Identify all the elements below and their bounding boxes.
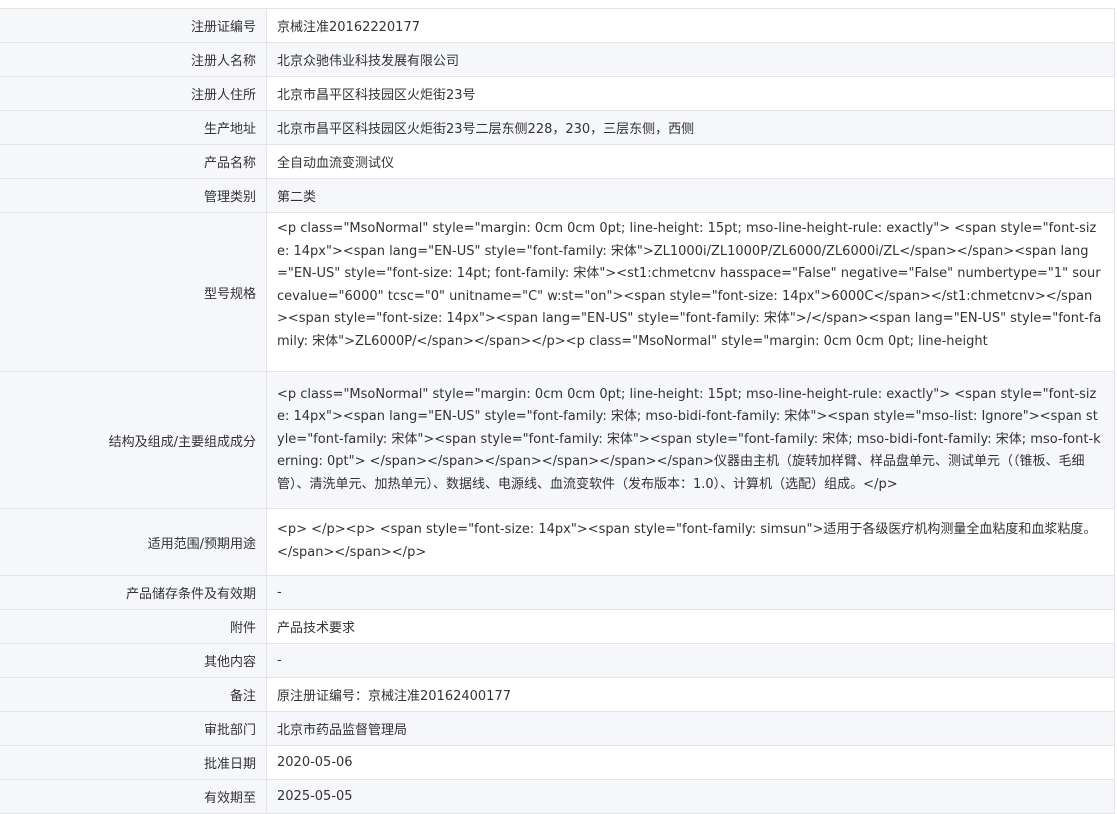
table-row: 附件 产品技术要求 [0, 609, 1115, 644]
row-value: 全自动血流变测试仪 [266, 144, 1115, 179]
table-row: 注册人住所 北京市昌平区科技园区火炬街23号 [0, 76, 1115, 111]
table-row: 适用范围/预期用途 <p> </p><p> <span style="font-… [0, 508, 1115, 576]
table-row: 生产地址 北京市昌平区科技园区火炬街23号二层东侧228，230，三层东侧，西侧 [0, 110, 1115, 145]
row-value: 北京市药品监督管理局 [266, 711, 1115, 746]
row-label: 适用范围/预期用途 [0, 508, 267, 576]
row-label: 注册人名称 [0, 42, 267, 77]
row-value: 京械注准20162220177 [266, 8, 1115, 43]
row-label: 型号规格 [0, 212, 267, 372]
registration-detail-table: 注册证编号 京械注准20162220177 注册人名称 北京众驰伟业科技发展有限… [0, 8, 1115, 814]
table-row: 型号规格 <p class="MsoNormal" style="margin:… [0, 212, 1115, 372]
row-label: 管理类别 [0, 178, 267, 213]
row-value: 北京市昌平区科技园区火炬街23号二层东侧228，230，三层东侧，西侧 [266, 110, 1115, 145]
row-label: 审批部门 [0, 711, 267, 746]
row-label: 注册证编号 [0, 8, 267, 43]
table-row: 结构及组成/主要组成成分 <p class="MsoNormal" style=… [0, 371, 1115, 509]
row-value: 北京众驰伟业科技发展有限公司 [266, 42, 1115, 77]
row-label: 生产地址 [0, 110, 267, 145]
table-row: 备注 原注册证编号：京械注准20162400177 [0, 677, 1115, 712]
row-label: 备注 [0, 677, 267, 712]
row-label: 产品名称 [0, 144, 267, 179]
row-value: - [266, 575, 1115, 610]
row-label: 附件 [0, 609, 267, 644]
row-label: 结构及组成/主要组成成分 [0, 371, 267, 509]
row-value: 原注册证编号：京械注准20162400177 [266, 677, 1115, 712]
row-value: 第二类 [266, 178, 1115, 213]
row-label: 产品储存条件及有效期 [0, 575, 267, 610]
row-value: 北京市昌平区科技园区火炬街23号 [266, 76, 1115, 111]
model-spec-text: <p class="MsoNormal" style="margin: 0cm … [277, 221, 1102, 349]
table-row: 产品储存条件及有效期 - [0, 575, 1115, 610]
row-value: - [266, 643, 1115, 678]
table-row: 注册人名称 北京众驰伟业科技发展有限公司 [0, 42, 1115, 77]
row-value: <p> </p><p> <span style="font-size: 14px… [266, 508, 1115, 576]
row-value: 产品技术要求 [266, 609, 1115, 644]
table-row: 其他内容 - [0, 643, 1115, 678]
row-value: <p class="MsoNormal" style="margin: 0cm … [266, 371, 1115, 509]
row-value: 2020-05-06 [266, 745, 1115, 780]
row-label: 其他内容 [0, 643, 267, 678]
row-label: 注册人住所 [0, 76, 267, 111]
table-row: 批准日期 2020-05-06 [0, 745, 1115, 780]
row-value: 2025-05-05 [266, 779, 1115, 814]
table-row: 有效期至 2025-05-05 [0, 779, 1115, 814]
table-row: 产品名称 全自动血流变测试仪 [0, 144, 1115, 179]
row-label: 批准日期 [0, 745, 267, 780]
table-row: 审批部门 北京市药品监督管理局 [0, 711, 1115, 746]
table-row: 注册证编号 京械注准20162220177 [0, 8, 1115, 43]
row-value: <p class="MsoNormal" style="margin: 0cm … [266, 212, 1115, 372]
row-label: 有效期至 [0, 779, 267, 814]
table-row: 管理类别 第二类 [0, 178, 1115, 213]
